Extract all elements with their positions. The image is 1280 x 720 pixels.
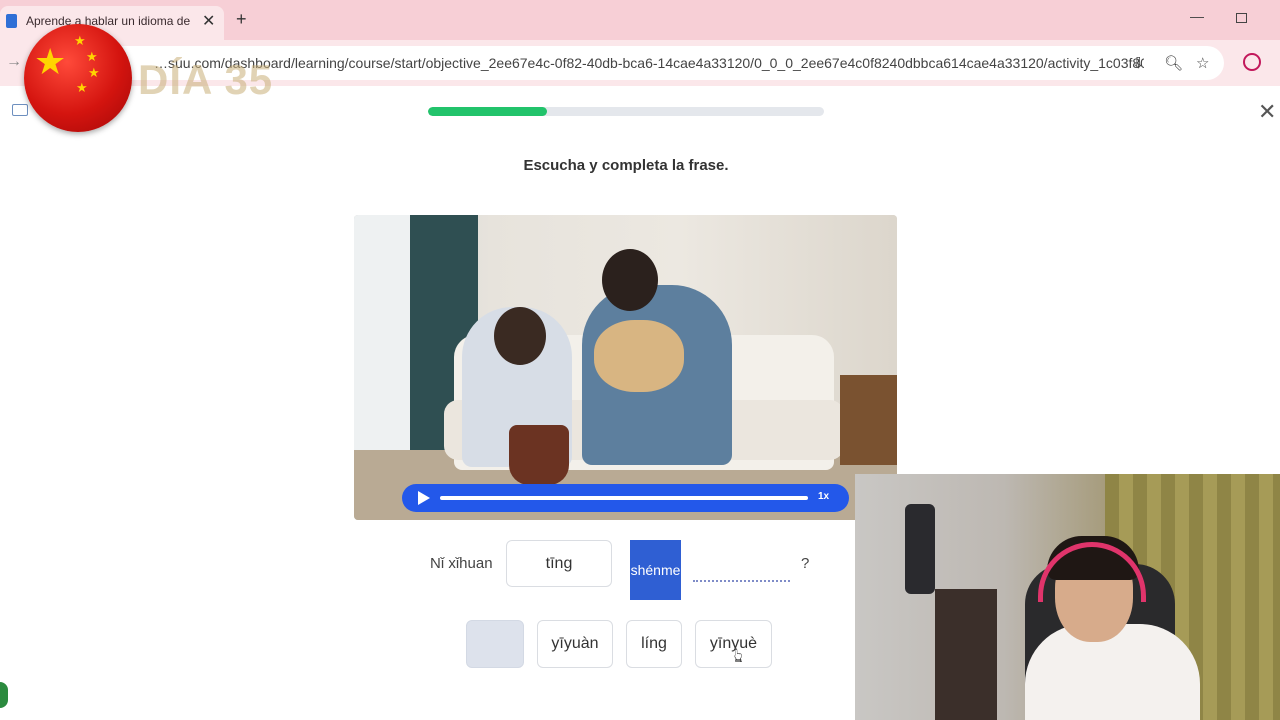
restore-window-icon[interactable]: [1236, 13, 1247, 23]
tab-title: Aprende a hablar un idioma de: [26, 14, 191, 28]
forward-arrow-icon[interactable]: →: [6, 53, 22, 71]
zoom-icon[interactable]: 🔍︎: [1164, 54, 1183, 72]
exercise-instruction: Escucha y completa la frase.: [523, 157, 729, 174]
browser-tab-bar: Aprende a hablar un idioma de ✕ + —: [0, 0, 1280, 40]
profile-icon[interactable]: [1243, 53, 1261, 71]
bookmark-star-icon[interactable]: ☆: [1196, 54, 1209, 72]
sentence-suffix: ?: [801, 555, 810, 572]
audio-scrubber[interactable]: [440, 496, 808, 500]
lesson-progress-bar: [428, 107, 824, 116]
china-flag-icon: ★ ★ ★ ★ ★: [24, 24, 132, 132]
answer-slot-blank[interactable]: [693, 580, 790, 582]
answer-slot-selected[interactable]: shénme: [630, 540, 681, 600]
close-lesson-icon[interactable]: ✕: [1258, 99, 1276, 125]
url-text[interactable]: …suu.com/dashboard/learning/course/start…: [154, 55, 1144, 71]
sentence-prefix: Nǐ xǐhuan: [430, 555, 493, 572]
browser-tab[interactable]: Aprende a hablar un idioma de ✕: [0, 6, 224, 40]
day-counter-label: DÍA 35: [138, 56, 274, 103]
answer-slot-1[interactable]: tīng: [506, 540, 612, 587]
audio-player[interactable]: 1x: [402, 484, 849, 512]
option-chip-yiyuan[interactable]: yīyuàn: [537, 620, 613, 668]
exercise-image: [354, 215, 897, 520]
hand-cursor-icon: 👆︎: [734, 645, 743, 667]
close-tab-icon[interactable]: ✕: [202, 11, 215, 31]
webcam-overlay: [855, 474, 1280, 720]
option-chip-ling[interactable]: líng: [626, 620, 682, 668]
install-app-icon[interactable]: ⇩: [1132, 54, 1145, 72]
busuu-favicon-icon: [6, 14, 17, 28]
minimize-icon[interactable]: —: [1190, 8, 1204, 24]
lesson-progress-fill: [428, 107, 547, 116]
keyboard-icon[interactable]: [12, 104, 28, 116]
option-chip-empty[interactable]: [466, 620, 524, 668]
playback-speed[interactable]: 1x: [818, 491, 829, 502]
side-widget-icon[interactable]: [0, 682, 8, 708]
play-icon[interactable]: [418, 491, 430, 505]
new-tab-icon[interactable]: +: [236, 9, 247, 30]
